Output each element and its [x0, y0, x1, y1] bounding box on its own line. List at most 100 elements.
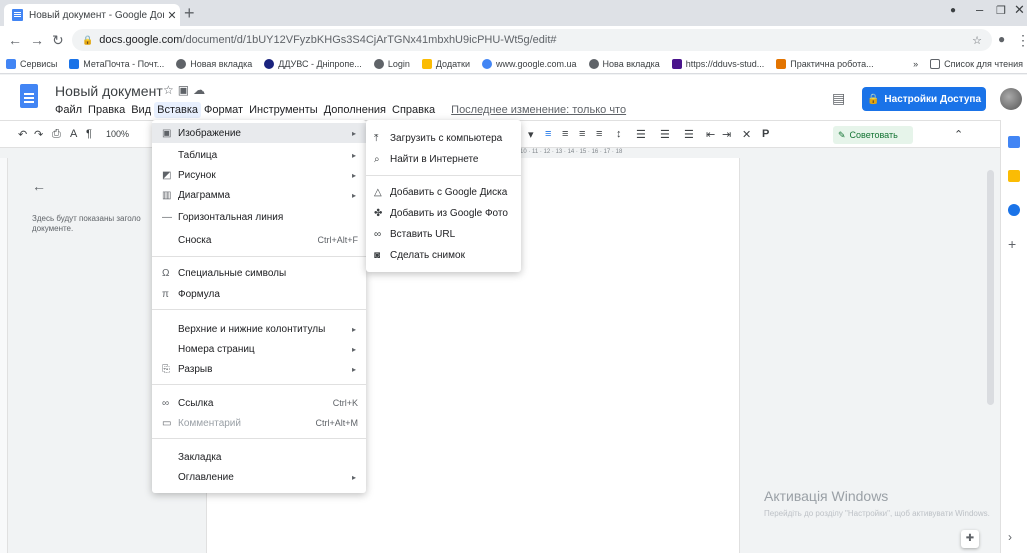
menu-format[interactable]: Формат: [201, 102, 246, 118]
menu-item-chart[interactable]: ▥ Диаграмма ▸: [152, 185, 366, 205]
menu-item-footnote[interactable]: Сноска Ctrl+Alt+F: [152, 230, 366, 250]
mail-icon: [69, 58, 80, 69]
comments-icon[interactable]: ▤: [832, 90, 845, 107]
menu-item-bookmark[interactable]: Закладка: [152, 447, 366, 467]
menu-item-camera[interactable]: ◙ Сделать снимок: [366, 245, 521, 265]
menu-item-search-web[interactable]: ⌕ Найти в Интернете: [366, 149, 521, 169]
bookmark-item[interactable]: https://dduvs-stud...: [671, 58, 764, 69]
paint-format-icon[interactable]: ¶: [86, 128, 92, 140]
close-tab-icon[interactable]: ✕: [164, 9, 180, 22]
bookmark-item[interactable]: www.google.com.ua: [482, 58, 577, 69]
close-window-button[interactable]: ✕: [1014, 2, 1025, 18]
omega-icon: Ω: [162, 267, 170, 279]
text-color-icon[interactable]: ▾: [528, 128, 534, 141]
keep-icon[interactable]: [1008, 170, 1020, 182]
expand-panel-icon[interactable]: ›: [1008, 530, 1020, 544]
menu-item-image[interactable]: ▣ Изображение ▸: [152, 123, 366, 143]
new-tab-button[interactable]: +: [184, 3, 195, 23]
scrollbar[interactable]: [987, 170, 994, 405]
menu-item-horizontal-line[interactable]: — Горизонтальная линия: [152, 207, 366, 227]
star-icon[interactable]: ☆: [972, 34, 982, 47]
menu-item-equation[interactable]: π Формула: [152, 284, 366, 304]
menu-item-toc[interactable]: Оглавление ▸: [152, 467, 366, 487]
calendar-icon[interactable]: [1008, 136, 1020, 148]
menu-item-photos[interactable]: ✤ Добавить из Google Фото: [366, 203, 521, 223]
spellcheck-icon[interactable]: A: [70, 128, 77, 140]
indent-increase-icon[interactable]: ⇥: [722, 128, 731, 141]
document-title[interactable]: Новый документ: [55, 83, 163, 99]
maximize-button[interactable]: ❐: [996, 4, 1006, 17]
redo-icon[interactable]: ↷: [34, 128, 43, 141]
minimize-button[interactable]: –: [976, 2, 983, 17]
move-folder-icon[interactable]: ▣: [178, 83, 193, 97]
back-arrow-icon[interactable]: ←: [32, 178, 46, 194]
zoom-select[interactable]: 100%: [106, 129, 129, 139]
star-icon[interactable]: ☆: [163, 83, 178, 97]
cloud-status-icon[interactable]: ☁: [193, 83, 209, 97]
address-bar[interactable]: 🔒 docs.google.com /document/d/1bUY12VFyz…: [72, 29, 992, 51]
bookmark-item[interactable]: МетаПочта - Почт...: [69, 58, 164, 69]
back-button[interactable]: ←: [8, 32, 22, 48]
bookmark-item[interactable]: Сервисы: [6, 58, 57, 69]
menu-file[interactable]: Файл: [52, 102, 85, 118]
undo-icon[interactable]: ↶: [18, 128, 27, 141]
suggesting-mode-button[interactable]: ✎ Советовать: [833, 126, 913, 144]
bookmark-item[interactable]: Новая вкладка: [176, 58, 252, 69]
last-edit-link[interactable]: Последнее изменение: только что: [448, 102, 629, 118]
input-tools-icon[interactable]: P: [762, 128, 769, 140]
bookmark-item[interactable]: Практична робота...: [776, 58, 874, 69]
bookmark-item[interactable]: ДДУВС - Дніпропе...: [264, 58, 362, 69]
menu-help[interactable]: Справка: [389, 102, 438, 118]
url-domain: docs.google.com: [99, 34, 183, 46]
forward-button[interactable]: →: [30, 32, 44, 48]
menu-item-comment[interactable]: ▭ Комментарий Ctrl+Alt+M: [152, 413, 366, 433]
clear-format-icon[interactable]: ✕: [742, 128, 751, 141]
docs-logo-icon[interactable]: [20, 84, 38, 108]
menu-item-table[interactable]: Таблица ▸: [152, 145, 366, 165]
align-center-icon[interactable]: ≡: [562, 128, 568, 140]
menu-view[interactable]: Вид: [128, 102, 154, 118]
checklist-icon[interactable]: ☰: [636, 128, 646, 141]
indent-decrease-icon[interactable]: ⇤: [706, 128, 715, 141]
menu-addons[interactable]: Дополнения: [321, 102, 389, 118]
menu-item-drive[interactable]: △ Добавить с Google Диска: [366, 182, 521, 202]
menu-insert[interactable]: Вставка: [154, 102, 202, 118]
share-button[interactable]: 🔒 Настройки Доступа: [862, 87, 986, 111]
align-left-icon[interactable]: ≡: [545, 128, 551, 140]
menu-item-break[interactable]: ⎘ Разрыв ▸: [152, 359, 366, 379]
menu-item-drawing[interactable]: ◩ Рисунок ▸: [152, 165, 366, 185]
bookmark-item[interactable]: Login: [373, 58, 410, 69]
drive-icon: △: [374, 186, 382, 198]
menu-edit[interactable]: Правка: [85, 102, 128, 118]
reading-list[interactable]: Список для чтения: [930, 58, 1023, 69]
menu-tools[interactable]: Инструменты: [246, 102, 321, 118]
extension-icon[interactable]: ●: [998, 32, 1005, 46]
numbered-list-icon[interactable]: ☰: [684, 128, 694, 141]
menu-item-url[interactable]: ∞ Вставить URL: [366, 224, 521, 244]
collapse-icon[interactable]: ⌃: [954, 128, 963, 141]
globe-icon: [176, 58, 187, 69]
reload-button[interactable]: ↻: [52, 32, 64, 49]
avatar[interactable]: [1000, 88, 1022, 110]
menu-item-upload[interactable]: ⤒ Загрузить с компьютера: [366, 128, 521, 148]
bookmarks-more[interactable]: »: [913, 59, 918, 69]
explore-button[interactable]: ✚: [961, 530, 979, 548]
menu-divider: [152, 384, 366, 385]
profile-dot-icon[interactable]: ●: [950, 5, 956, 16]
line-spacing-icon[interactable]: ↕: [616, 128, 622, 140]
bulleted-list-icon[interactable]: ☰: [660, 128, 670, 141]
bookmark-item[interactable]: Нова вкладка: [588, 58, 660, 69]
menu-item-page-numbers[interactable]: Номера страниц ▸: [152, 339, 366, 359]
menu-item-headers-footers[interactable]: Верхние и нижние колонтитулы ▸: [152, 319, 366, 339]
align-justify-icon[interactable]: ≡: [596, 128, 602, 140]
align-right-icon[interactable]: ≡: [579, 128, 585, 140]
print-icon[interactable]: ⎙: [52, 128, 61, 141]
menu-item-special-characters[interactable]: Ω Специальные символы: [152, 263, 366, 283]
bookmark-item[interactable]: Додатки: [421, 58, 470, 69]
add-addon-icon[interactable]: +: [1008, 237, 1020, 251]
browser-menu-icon[interactable]: ⋮: [1016, 32, 1027, 49]
tab-title: Новый документ - Google Доку: [29, 9, 164, 21]
tasks-icon[interactable]: [1008, 204, 1020, 216]
browser-tab[interactable]: Новый документ - Google Доку ✕: [4, 4, 180, 26]
menu-item-link[interactable]: ∞ Ссылка Ctrl+K: [152, 393, 366, 413]
